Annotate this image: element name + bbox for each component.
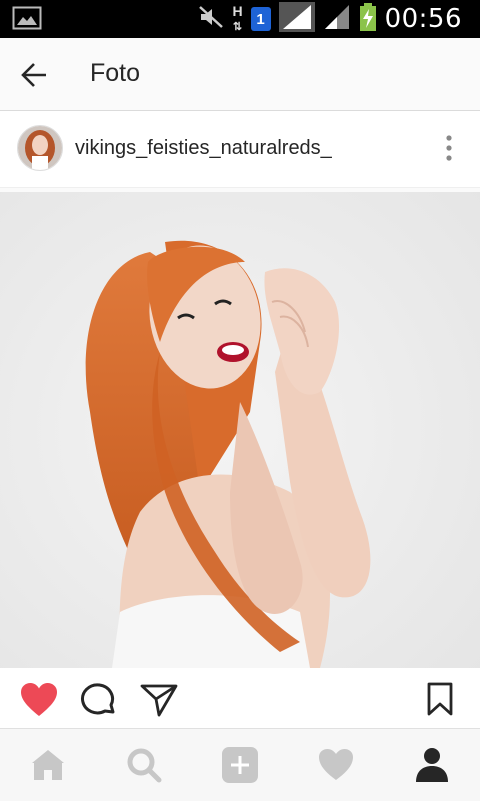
paper-plane-icon: [140, 684, 178, 717]
nav-add[interactable]: [220, 745, 260, 785]
comment-button[interactable]: [80, 682, 120, 720]
add-icon: [222, 747, 258, 783]
bottom-navigation: [0, 728, 480, 801]
page-title: Foto: [90, 59, 141, 87]
network-type-icon: H ⇅: [232, 3, 243, 33]
nav-profile[interactable]: [412, 745, 452, 785]
network-type-label: H: [232, 3, 243, 19]
signal-icon: [278, 1, 315, 37]
bookmark-icon: [427, 682, 453, 716]
sim-icon: 1: [250, 7, 271, 31]
comment-bubble-icon: [81, 683, 115, 715]
username[interactable]: vikings_feisties_naturalreds_: [75, 137, 332, 160]
avatar[interactable]: [17, 125, 63, 171]
app-bar: Foto: [0, 38, 480, 111]
post-actions: [0, 668, 480, 728]
heart-icon: [319, 749, 353, 780]
share-button[interactable]: [140, 682, 180, 720]
more-vertical-icon: [446, 135, 452, 161]
arrow-left-icon: [21, 63, 46, 87]
image-notification-icon: [12, 6, 42, 35]
home-icon: [32, 750, 64, 780]
battery-charging-icon: [359, 2, 377, 36]
nav-search[interactable]: [124, 745, 164, 785]
clock: 00:56: [384, 4, 462, 34]
search-icon: [127, 748, 162, 783]
post-photo[interactable]: [0, 192, 480, 668]
nav-home[interactable]: [28, 745, 68, 785]
heart-filled-icon: [21, 683, 57, 716]
back-button[interactable]: [18, 58, 52, 92]
like-button[interactable]: [20, 682, 60, 720]
signal-icon: [323, 3, 351, 36]
nav-activity[interactable]: [316, 745, 356, 785]
more-options-button[interactable]: [444, 133, 454, 165]
post-header: vikings_feisties_naturalreds_: [0, 111, 480, 188]
save-button[interactable]: [426, 682, 456, 720]
mute-icon: [198, 5, 224, 34]
status-bar: H ⇅ 1 00:56: [0, 0, 480, 38]
profile-icon: [416, 748, 448, 782]
